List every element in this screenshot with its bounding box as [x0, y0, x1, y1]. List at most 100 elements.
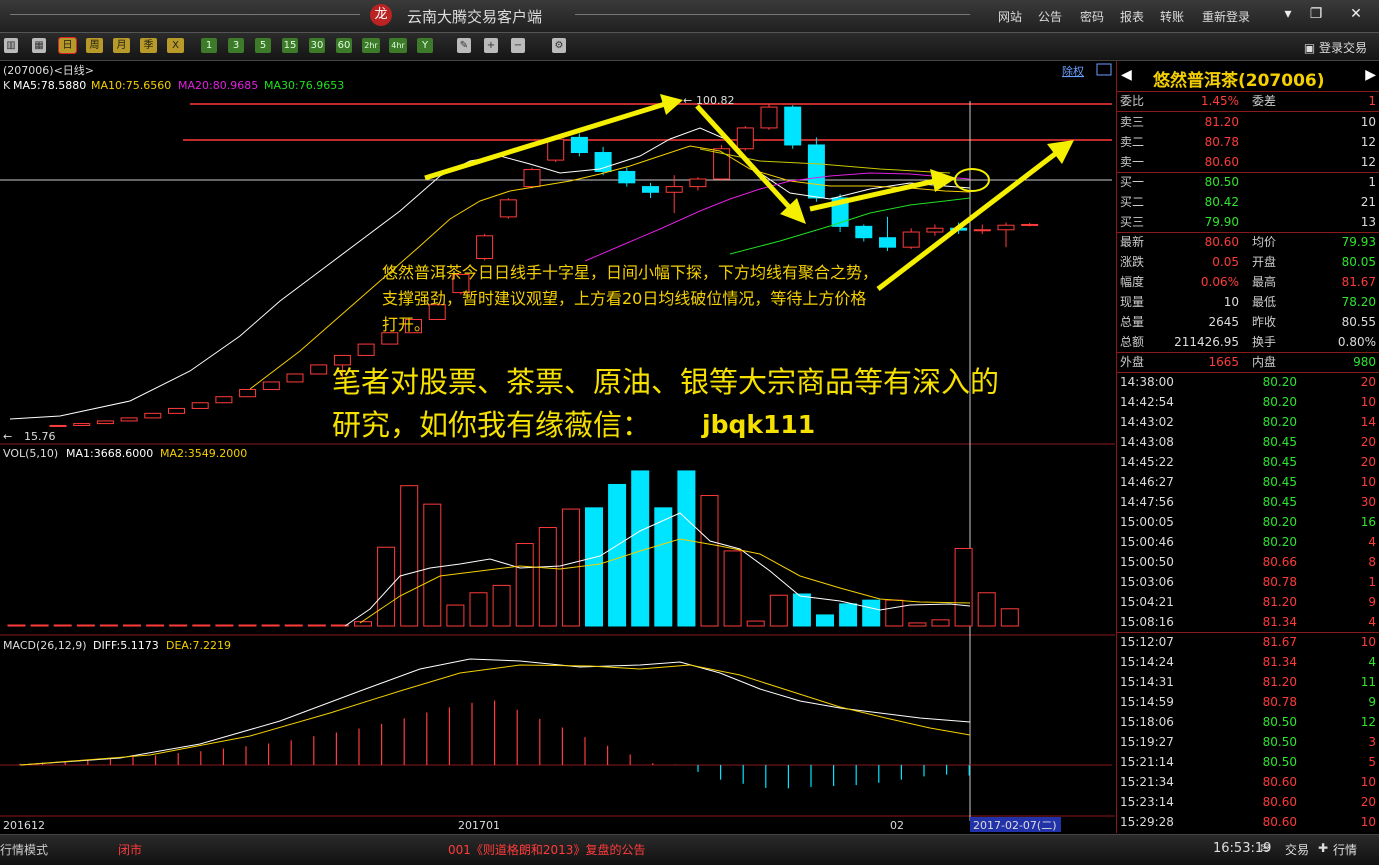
arrow-head-4 [1047, 140, 1074, 164]
next-symbol-icon[interactable]: ▶ [1365, 67, 1376, 83]
candle-body [476, 235, 494, 260]
menu-website[interactable]: 网站 [998, 8, 1022, 25]
stat-row: 最新 80.60 均价 79.93 [1117, 232, 1379, 252]
title-decoration-left [10, 14, 360, 15]
calendar-icon[interactable]: ▦ [32, 38, 46, 53]
volume-bar [862, 599, 881, 627]
ask-row[interactable]: 卖二 80.78 12 [1117, 132, 1379, 152]
period-x-button[interactable]: X [167, 38, 184, 53]
login-trade-button[interactable]: ▣ 登录交易 [1304, 39, 1367, 56]
macd-dea-label: DEA:7.2219 [166, 639, 231, 652]
tick-row: 15:04:21 81.20 9 [1117, 592, 1379, 612]
promo-line-2: 研究，如你我有缘薇信： [332, 408, 651, 442]
bid-row[interactable]: 买二 80.42 21 [1117, 192, 1379, 212]
close-icon[interactable]: ✕ [1346, 6, 1366, 22]
volume-bar [30, 624, 49, 627]
minimize-icon[interactable]: ▾ [1278, 6, 1298, 22]
volume-bar [908, 622, 927, 627]
volume-bar [839, 603, 858, 627]
ask-row[interactable]: 卖三 81.20 10 [1117, 112, 1379, 132]
zoom-out-icon[interactable]: − [511, 38, 525, 53]
tick-row: 15:00:50 80.66 8 [1117, 552, 1379, 572]
period-season-button[interactable]: 季 [140, 38, 157, 53]
minute-1-button[interactable]: 1 [201, 38, 217, 53]
minute-30-button[interactable]: 30 [309, 38, 325, 53]
news-ticker[interactable]: 001《则道格朗和2013》复盘的公告 [448, 841, 645, 858]
minute-15-button[interactable]: 15 [282, 38, 298, 53]
minute-5-button[interactable]: 5 [255, 38, 271, 53]
layout-icon[interactable] [1096, 63, 1112, 76]
menu-transfer[interactable]: 转账 [1160, 8, 1184, 25]
kline-chart[interactable]: (207006)<日线> 除权 K MA5:78.5880 MA10:75.65… [0, 61, 1115, 833]
candle-icon[interactable]: ▥ [4, 38, 18, 53]
stat-value: 79.93 [1341, 235, 1376, 249]
mode-label[interactable]: 行情模式 [0, 841, 48, 858]
tick-qty: 30 [1360, 495, 1376, 509]
volume-bar [123, 624, 141, 627]
ma20-label: MA20:80.9685 [178, 79, 258, 92]
restore-icon[interactable]: ❐ [1306, 6, 1326, 22]
hour-4-button[interactable]: 4hr [389, 38, 407, 53]
candle-body [239, 389, 257, 398]
volume-bar [7, 624, 26, 627]
tick-row: 14:45:22 80.45 20 [1117, 452, 1379, 472]
menu-announcement[interactable]: 公告 [1038, 8, 1062, 25]
candle-body [642, 186, 659, 193]
menu-report[interactable]: 报表 [1120, 8, 1144, 25]
minute-60-button[interactable]: 60 [336, 38, 352, 53]
trade-button[interactable]: 交易 [1285, 841, 1309, 858]
bid-row[interactable]: 买三 79.90 13 [1117, 212, 1379, 232]
zoom-in-icon[interactable]: + [484, 38, 498, 53]
tick-qty: 4 [1368, 655, 1376, 669]
period-day-button[interactable]: 日 [58, 37, 77, 54]
period-month-button[interactable]: 月 [113, 38, 130, 53]
candle-body [736, 127, 754, 150]
volume-bar [608, 483, 627, 627]
volume-bar [585, 507, 603, 627]
edit-icon[interactable]: ✎ [457, 38, 471, 53]
stat-value: 80.55 [1341, 315, 1376, 329]
prev-symbol-icon[interactable]: ◀ [1121, 67, 1132, 83]
ask-row[interactable]: 卖一 80.60 12 [1117, 152, 1379, 172]
mail-icon[interactable]: ✉ [1260, 841, 1270, 855]
bid-row[interactable]: 买一 80.50 1 [1117, 172, 1379, 192]
tick-price: 80.20 [1262, 415, 1297, 429]
quote-button[interactable]: 行情 [1333, 841, 1357, 858]
volume-bar [931, 619, 950, 627]
tick-price: 80.78 [1262, 575, 1297, 589]
tick-time: 15:14:24 [1120, 655, 1174, 669]
menu-password[interactable]: 密码 [1080, 8, 1104, 25]
tick-row: 14:43:08 80.45 20 [1117, 432, 1379, 452]
volume-bar [746, 620, 765, 627]
adjust-button[interactable]: 除权 [1062, 64, 1084, 78]
tick-time: 15:14:59 [1120, 695, 1174, 709]
minute-3-button[interactable]: 3 [228, 38, 244, 53]
chart-area[interactable]: (207006)<日线> 除权 K MA5:78.5880 MA10:75.65… [0, 61, 1115, 833]
high-value-label: 100.82 [696, 94, 735, 107]
tick-price: 80.60 [1262, 815, 1297, 829]
year-button[interactable]: Y [417, 38, 433, 53]
stat-row: 总额 211426.95 换手 0.80% [1117, 332, 1379, 352]
candle-body [902, 231, 920, 248]
candle-body [523, 169, 541, 188]
stat-label: 昨收 [1252, 315, 1277, 329]
stat-label: 内盘 [1252, 355, 1277, 369]
period-week-button[interactable]: 周 [86, 38, 103, 53]
login-trade-label: 登录交易 [1318, 41, 1367, 55]
tick-price: 81.20 [1262, 595, 1297, 609]
quote-icon[interactable]: ✚ [1318, 841, 1328, 855]
tick-qty: 16 [1360, 515, 1376, 529]
hour-2-button[interactable]: 2hr [362, 38, 380, 53]
low-marker-arrow: ← [3, 430, 12, 443]
tick-qty: 10 [1360, 635, 1376, 649]
settings-icon[interactable]: ⚙ [552, 38, 566, 53]
volume-bar [769, 594, 788, 627]
tick-qty: 20 [1360, 795, 1376, 809]
candle-body [215, 396, 233, 404]
tick-row: 15:14:24 81.34 4 [1117, 652, 1379, 672]
tick-time: 14:47:56 [1120, 495, 1174, 509]
menu-relogin[interactable]: 重新登录 [1202, 8, 1250, 25]
macd-diff-label: DIFF:5.1173 [93, 639, 159, 652]
bid-label: 买一 [1120, 175, 1145, 189]
tick-price: 81.34 [1262, 655, 1297, 669]
